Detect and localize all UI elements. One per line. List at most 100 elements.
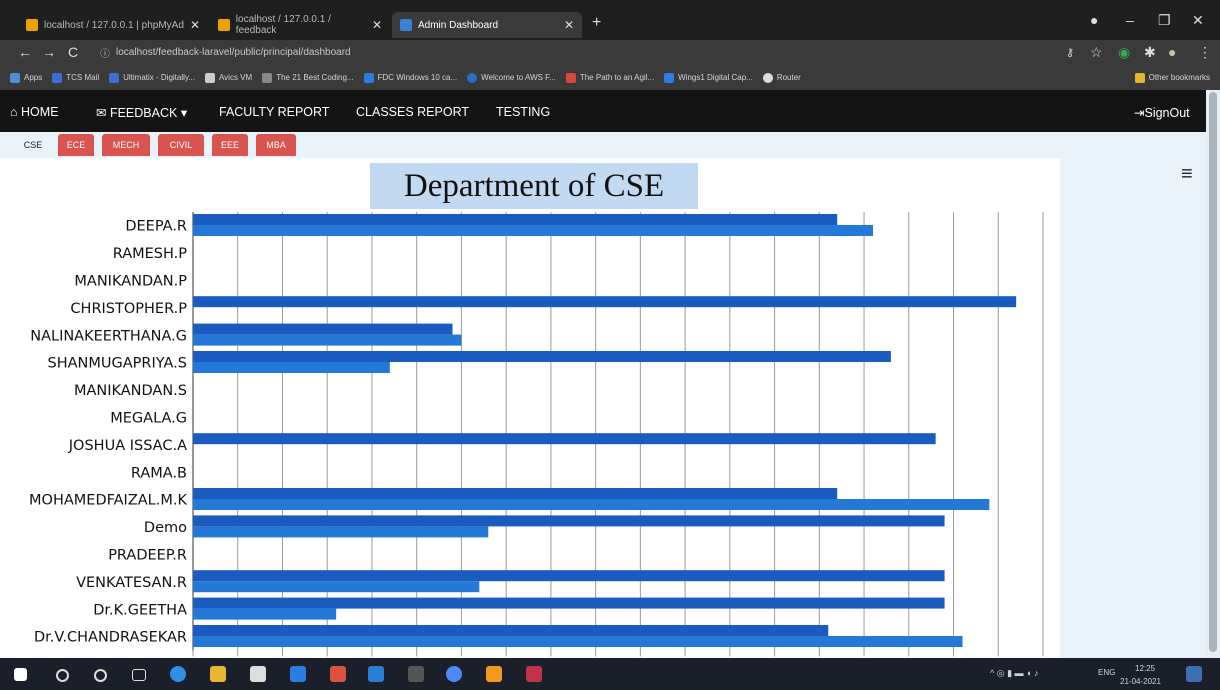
bookmark-item[interactable]: Wings1 Digital Cap...	[664, 72, 753, 83]
nav-home[interactable]: ⌂ HOME	[10, 105, 59, 119]
dashboard-favicon-icon	[400, 19, 412, 31]
browser-tab-admin-dashboard[interactable]: Admin Dashboard ✕	[392, 12, 582, 38]
browser-tab-strip: localhost / 127.0.0.1 | phpMyAd ✕ localh…	[0, 0, 1220, 40]
cortana-icon[interactable]	[94, 669, 107, 682]
dept-tab-mech[interactable]: MECH	[102, 134, 150, 156]
phpmyadmin-favicon-icon	[218, 19, 230, 31]
bookmarks-bar: Apps TCS Mail Ultimatix - Digitally... A…	[0, 65, 1220, 90]
nav-home-label: HOME	[21, 105, 59, 119]
bookmark-favicon-icon	[204, 72, 215, 83]
profile-icon[interactable]: ●	[1090, 12, 1098, 28]
key-icon[interactable]: ⚷	[1066, 46, 1074, 59]
apps-grid-icon	[10, 72, 20, 83]
browser-tab-title: localhost / 127.0.0.1 / feedback	[235, 14, 331, 36]
bookmark-label: The Path to an Agil...	[579, 73, 655, 82]
nav-classes-report[interactable]: CLASSES REPORT	[356, 105, 469, 119]
other-bookmarks[interactable]: Other bookmarks	[1134, 72, 1210, 83]
bookmark-item[interactable]: Router	[762, 72, 801, 83]
dept-tab-mba[interactable]: MBA	[256, 134, 296, 156]
reload-icon[interactable]: C	[68, 44, 78, 60]
mail-icon[interactable]	[290, 666, 306, 682]
edge-icon[interactable]	[170, 666, 186, 682]
bookmark-label: Router	[776, 73, 801, 82]
chrome-icon[interactable]	[446, 666, 462, 682]
notifications-icon[interactable]	[1186, 666, 1202, 682]
app-icon[interactable]	[330, 666, 346, 682]
browser-tab-title: localhost / 127.0.0.1 | phpMyAd	[44, 19, 184, 31]
system-tray-icons[interactable]: ^ ◎ ▮ ▬ ◖ ♪	[990, 668, 1038, 679]
bookmark-favicon-icon	[262, 72, 273, 83]
store-icon[interactable]	[250, 666, 266, 682]
maximize-icon[interactable]: ❐	[1158, 12, 1171, 29]
nav-faculty-report[interactable]: FACULTY REPORT	[219, 105, 329, 119]
bookmark-favicon-icon	[363, 72, 374, 83]
dept-tab-ece[interactable]: ECE	[58, 134, 94, 156]
other-bookmarks-label: Other bookmarks	[1148, 73, 1210, 82]
nav-feedback[interactable]: ✉ FEEDBACK ▾	[96, 105, 187, 120]
nav-testing[interactable]: TESTING	[496, 105, 550, 119]
puzzle-icon[interactable]: ✱	[1144, 44, 1156, 61]
browser-tab-title: Admin Dashboard	[418, 19, 499, 31]
bookmark-favicon-icon	[52, 72, 63, 83]
bookmark-item[interactable]: The 21 Best Coding...	[262, 72, 354, 83]
caret-down-icon: ▾	[177, 106, 188, 120]
bookmark-label: Apps	[24, 73, 43, 82]
browser-menu-icon[interactable]: ⋮	[1198, 44, 1212, 61]
bookmark-item[interactable]: FDC Windows 10 ca...	[363, 72, 458, 83]
language-indicator[interactable]: ENG	[1098, 668, 1115, 677]
windows-start-icon[interactable]	[14, 668, 27, 681]
address-bar[interactable]: ⓘ localhost/feedback-laravel/public/prin…	[100, 43, 1060, 62]
dept-tab-eee[interactable]: EEE	[212, 134, 248, 156]
star-icon[interactable]: ☆	[1090, 44, 1103, 61]
chart-title: Department of CSE	[370, 163, 698, 209]
bookmark-label: The 21 Best Coding...	[276, 73, 354, 82]
dept-tab-civil[interactable]: CIVIL	[158, 134, 204, 156]
signout-link[interactable]: ⇥SignOut	[1134, 105, 1190, 120]
app-icon[interactable]	[408, 666, 424, 682]
bookmark-item[interactable]: TCS Mail	[52, 72, 100, 83]
url-text: localhost/feedback-laravel/public/princi…	[116, 47, 351, 58]
clock-time[interactable]: 12:25	[1135, 664, 1155, 673]
dept-tab-cse[interactable]: CSE	[16, 134, 50, 156]
avatar[interactable]: ●	[1168, 44, 1176, 60]
home-icon: ⌂	[10, 105, 22, 119]
back-icon[interactable]: ←	[18, 44, 32, 60]
minimize-icon[interactable]: –	[1126, 12, 1134, 28]
bookmark-label: Welcome to AWS F...	[481, 73, 556, 82]
close-window-icon[interactable]: ✕	[1192, 12, 1204, 29]
bookmark-label: Avics VM	[218, 73, 253, 82]
bookmark-item[interactable]: Ultimatix - Digitally...	[109, 72, 195, 83]
clock-date[interactable]: 21-04-2021	[1120, 677, 1161, 686]
bookmark-favicon-icon	[565, 72, 576, 83]
forward-icon[interactable]: →	[42, 44, 56, 60]
hamburger-menu-icon[interactable]: ≡	[1181, 163, 1193, 186]
browser-tab-feedback[interactable]: localhost / 127.0.0.1 / feedback ✕	[210, 12, 390, 38]
xampp-icon[interactable]	[486, 666, 502, 682]
bookmark-label: FDC Windows 10 ca...	[377, 73, 458, 82]
browser-tab-phpmyadmin[interactable]: localhost / 127.0.0.1 | phpMyAd ✕	[18, 12, 208, 38]
bookmark-item[interactable]: Avics VM	[204, 72, 253, 83]
app-navbar: ⌂ HOME ✉ FEEDBACK ▾ FACULTY REPORT CLASS…	[0, 90, 1220, 132]
search-icon[interactable]	[56, 669, 69, 682]
vscode-icon[interactable]	[368, 666, 384, 682]
bookmark-favicon-icon	[664, 72, 675, 83]
file-explorer-icon[interactable]	[210, 666, 226, 682]
chart-panel	[0, 158, 1060, 670]
close-tab-icon[interactable]: ✕	[564, 18, 574, 32]
new-tab-icon[interactable]: +	[592, 14, 601, 32]
signout-label: SignOut	[1144, 106, 1190, 120]
bookmark-favicon-icon	[467, 72, 478, 83]
bookmark-item[interactable]: Apps	[10, 72, 43, 83]
bookmark-item[interactable]: Welcome to AWS F...	[467, 72, 556, 83]
app-icon[interactable]	[526, 666, 542, 682]
bookmark-label: TCS Mail	[66, 73, 100, 82]
extension-icon[interactable]: ◉	[1118, 44, 1130, 61]
scrollbar[interactable]	[1206, 90, 1220, 658]
close-tab-icon[interactable]: ✕	[372, 18, 382, 32]
phpmyadmin-favicon-icon	[26, 19, 38, 31]
task-view-icon[interactable]	[132, 669, 146, 681]
bookmark-item[interactable]: The Path to an Agil...	[565, 72, 655, 83]
close-tab-icon[interactable]: ✕	[190, 18, 200, 32]
scrollbar-thumb[interactable]	[1209, 92, 1217, 652]
globe-icon	[762, 72, 773, 83]
